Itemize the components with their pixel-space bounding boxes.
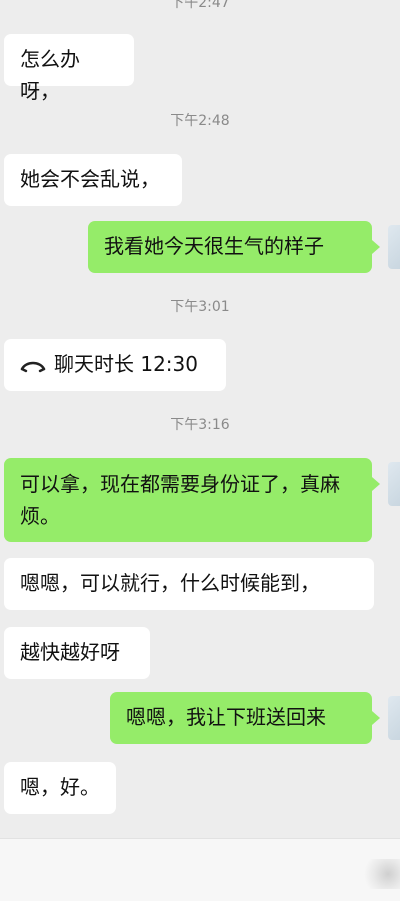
avatar[interactable]: [388, 462, 400, 506]
blurred-corner: [360, 859, 400, 889]
avatar[interactable]: [388, 696, 400, 740]
message-incoming[interactable]: 嗯嗯，可以就行，什么时候能到，: [4, 558, 374, 610]
message-outgoing[interactable]: 我看她今天很生气的样子: [88, 221, 380, 273]
call-duration-text: 聊天时长 12:30: [54, 352, 198, 376]
timestamp: 下午2:48: [170, 113, 230, 129]
timestamp: 下午3:01: [170, 299, 230, 315]
phone-handset-icon: [20, 361, 46, 372]
timestamp: 下午2:47: [170, 0, 230, 11]
timestamp: 下午3:16: [170, 417, 230, 433]
message-incoming[interactable]: 嗯，好。: [4, 762, 116, 814]
message-incoming[interactable]: 越快越好呀: [4, 627, 150, 679]
message-outgoing[interactable]: 可以拿，现在都需要身份证了，真麻烦。: [4, 458, 380, 542]
message-outgoing[interactable]: 嗯嗯，我让下班送回来: [110, 692, 380, 744]
message-incoming[interactable]: 怎么办呀，: [4, 34, 134, 103]
input-bar[interactable]: [0, 838, 400, 901]
avatar[interactable]: [388, 225, 400, 269]
message-incoming[interactable]: 她会不会乱说，: [4, 154, 182, 206]
call-record-message[interactable]: 聊天时长 12:30: [4, 339, 226, 391]
